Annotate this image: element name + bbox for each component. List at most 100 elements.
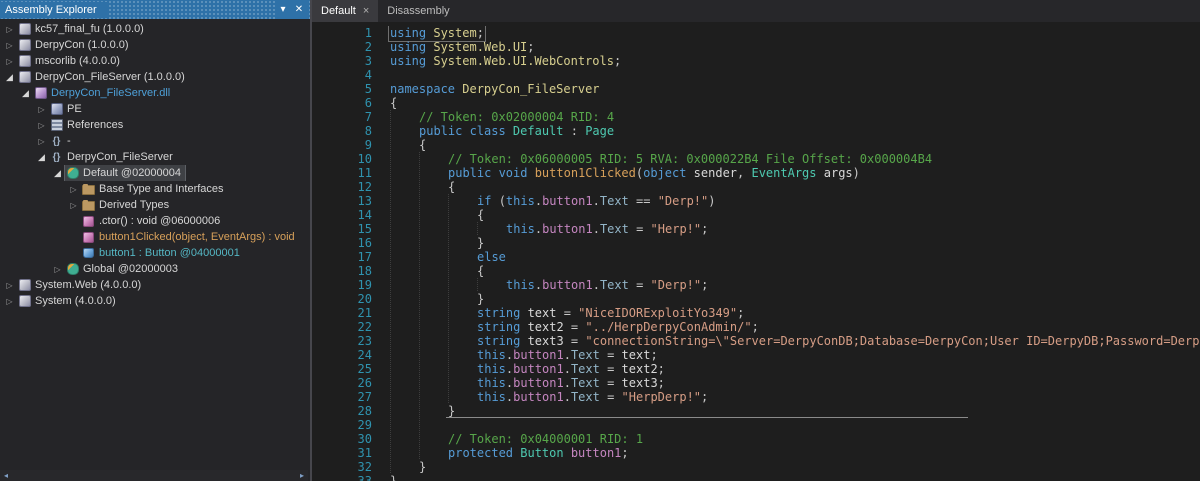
tree-item[interactable]: ▷Base Type and Interfaces [0, 181, 310, 197]
code-token: ; [752, 320, 759, 334]
code-line[interactable]: string text3 = "connectionString=\"Serve… [390, 334, 1200, 348]
code-line[interactable]: } [390, 460, 1200, 474]
code-line[interactable]: string text2 = "../HerpDerpyConAdmin/"; [390, 320, 1200, 334]
tree-item[interactable]: ◢{}DerpyCon_FileServer [0, 149, 310, 165]
tree-item-label: DerpyCon_FileServer [67, 151, 173, 163]
indent-guide [390, 306, 419, 319]
tree-item[interactable]: ▷{}- [0, 133, 310, 149]
code-line[interactable]: this.button1.Text = "Derp!"; [390, 278, 1200, 292]
code-token: { [477, 208, 484, 222]
code-token: text [622, 348, 651, 362]
code-token: } [448, 404, 455, 418]
code-view[interactable]: 1234567891011121314151617181920212223242… [312, 22, 1200, 481]
expander-collapsed-icon[interactable]: ▷ [35, 105, 48, 114]
tree-item[interactable]: ▷References [0, 117, 310, 133]
assembly-explorer-header[interactable]: Assembly Explorer ▾ ✕ [0, 0, 310, 19]
expander-expanded-icon[interactable]: ◢ [51, 168, 64, 179]
line-number: 9 [312, 138, 372, 152]
tree-item[interactable]: ▷DerpyCon (1.0.0.0) [0, 37, 310, 53]
indent-guide [390, 110, 419, 123]
code-token: // Token: 0x04000001 RID: 1 [448, 432, 643, 446]
chevron-down-icon[interactable]: ▾ [275, 0, 291, 19]
code-line[interactable]: { [390, 208, 1200, 222]
code-line[interactable]: public class Default : Page [390, 124, 1200, 138]
code-line[interactable]: } [390, 292, 1200, 306]
tree-item[interactable]: ▷kc57_final_fu (1.0.0.0) [0, 21, 310, 37]
expander-collapsed-icon[interactable]: ▷ [67, 201, 80, 210]
tree-item[interactable]: ▷Derived Types [0, 197, 310, 213]
code-line[interactable]: string text = "NiceIDORExploitYo349"; [390, 306, 1200, 320]
tree-item[interactable]: ▷Global @02000003 [0, 261, 310, 277]
expander-collapsed-icon[interactable]: ▷ [3, 297, 16, 306]
decompiled-code[interactable]: using System;using System.Web.UI;using S… [382, 26, 1200, 481]
code-line[interactable] [390, 418, 1200, 432]
assembly-icon [18, 23, 31, 36]
expander-expanded-icon[interactable]: ◢ [19, 88, 32, 99]
code-line[interactable]: { [390, 96, 1200, 110]
code-token: button1 [564, 446, 622, 460]
scroll-left-icon[interactable]: ◂ [0, 471, 12, 480]
expander-expanded-icon[interactable]: ◢ [3, 72, 16, 83]
tab-close-icon[interactable]: × [363, 5, 369, 17]
tree-item[interactable]: ▷PE [0, 101, 310, 117]
tree-item[interactable]: ▷mscorlib (4.0.0.0) [0, 53, 310, 69]
code-token: using [390, 26, 433, 40]
tree-item[interactable]: button1 : Button @04000001 [0, 245, 310, 261]
tree-item[interactable]: ◢Default @02000004 [0, 165, 310, 181]
code-line[interactable] [390, 68, 1200, 82]
code-line[interactable]: protected Button button1; [390, 446, 1200, 460]
tree-item[interactable]: ◢DerpyCon_FileServer (1.0.0.0) [0, 69, 310, 85]
code-token: ; [477, 26, 484, 40]
tree-item[interactable]: ◢DerpyCon_FileServer.dll [0, 85, 310, 101]
code-token: . [564, 348, 571, 362]
code-line[interactable]: public void button1Clicked(object sender… [390, 166, 1200, 180]
tab-default[interactable]: Default× [312, 0, 378, 22]
tree-item[interactable]: button1Clicked(object, EventArgs) : void [0, 229, 310, 245]
code-line[interactable]: namespace DerpyCon_FileServer [390, 82, 1200, 96]
code-token: System.Web.UI.WebControls [433, 54, 614, 68]
code-line[interactable]: } [390, 236, 1200, 250]
code-line[interactable]: { [390, 264, 1200, 278]
code-line[interactable]: { [390, 180, 1200, 194]
expander-collapsed-icon[interactable]: ▷ [3, 57, 16, 66]
code-line[interactable]: this.button1.Text = text; [390, 348, 1200, 362]
code-line[interactable]: using System; [390, 26, 1200, 40]
expander-collapsed-icon[interactable]: ▷ [35, 137, 48, 146]
code-line[interactable]: this.button1.Text = text2; [390, 362, 1200, 376]
explorer-horizontal-scrollbar[interactable]: ◂ ▸ [0, 470, 308, 481]
line-number: 6 [312, 96, 372, 110]
code-line[interactable]: using System.Web.UI.WebControls; [390, 54, 1200, 68]
code-line[interactable]: // Token: 0x04000001 RID: 1 [390, 432, 1200, 446]
tree-item[interactable]: .ctor() : void @06000006 [0, 213, 310, 229]
code-line[interactable]: this.button1.Text = text3; [390, 376, 1200, 390]
code-line[interactable]: this.button1.Text = "Herp!"; [390, 222, 1200, 236]
expander-collapsed-icon[interactable]: ▷ [3, 281, 16, 290]
tab-disassembly[interactable]: Disassembly [378, 0, 458, 22]
code-line[interactable]: using System.Web.UI; [390, 40, 1200, 54]
tree-item-label: .ctor() : void @06000006 [99, 215, 220, 227]
expander-collapsed-icon[interactable]: ▷ [3, 41, 16, 50]
expander-collapsed-icon[interactable]: ▷ [67, 185, 80, 194]
code-line[interactable]: if (this.button1.Text == "Derp!") [390, 194, 1200, 208]
scroll-right-icon[interactable]: ▸ [296, 471, 308, 480]
code-line[interactable]: } [390, 474, 1200, 481]
assembly-icon [18, 39, 31, 52]
code-line[interactable]: else [390, 250, 1200, 264]
scrollbar-track[interactable] [12, 470, 296, 481]
code-token: this [477, 362, 506, 376]
close-icon[interactable]: ✕ [291, 0, 307, 19]
expander-collapsed-icon[interactable]: ▷ [35, 121, 48, 130]
code-line[interactable]: } [390, 404, 1200, 418]
expander-expanded-icon[interactable]: ◢ [35, 152, 48, 163]
expander-collapsed-icon[interactable]: ▷ [51, 265, 64, 274]
code-line[interactable]: // Token: 0x02000004 RID: 4 [390, 110, 1200, 124]
tree-item[interactable]: ▷System.Web (4.0.0.0) [0, 277, 310, 293]
line-number: 28 [312, 404, 372, 418]
panel-title: Assembly Explorer [0, 2, 107, 18]
expander-collapsed-icon[interactable]: ▷ [3, 25, 16, 34]
tree-item[interactable]: ▷System (4.0.0.0) [0, 293, 310, 309]
indent-guide [448, 278, 477, 291]
code-line[interactable]: this.button1.Text = "HerpDerp!"; [390, 390, 1200, 404]
code-line[interactable]: // Token: 0x06000005 RID: 5 RVA: 0x00002… [390, 152, 1200, 166]
code-line[interactable]: { [390, 138, 1200, 152]
